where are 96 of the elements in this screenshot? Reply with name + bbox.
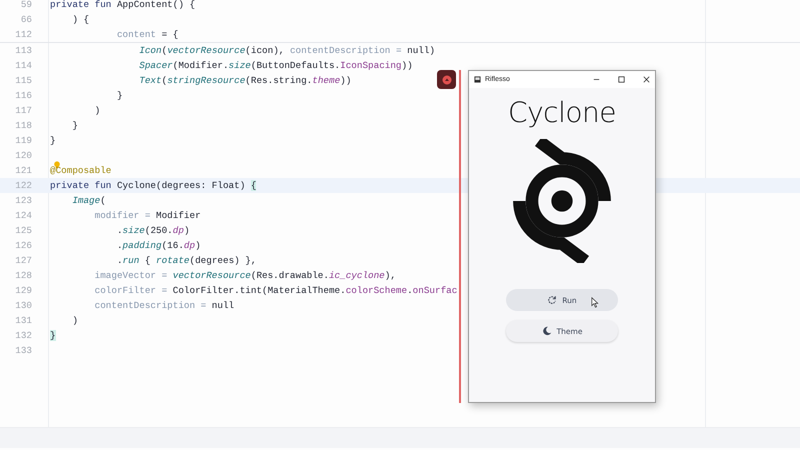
line-number: 122 [14,179,32,193]
code-token: onSurfac [412,285,458,296]
line-number: 121 [14,164,32,178]
line-number: 115 [14,74,32,88]
code-token: ( [162,45,168,56]
code-token: (Res.drawable. [250,270,329,281]
code-token: ( [100,195,106,206]
code-token: AppContent() { [116,0,196,10]
code-token: modifier = [94,210,152,221]
line-number: 117 [14,104,32,118]
refresh-icon [547,295,558,305]
code-token: } [116,90,123,101]
line-number: 116 [14,89,32,103]
code-token: colorScheme [346,285,408,296]
code-token: . [407,285,413,296]
code-token: ) [195,240,201,251]
code-token: Icon [138,45,162,56]
line-number: 129 [14,284,32,298]
code-token: theme [312,75,340,86]
code-token: size [122,225,145,236]
code-token: )) [340,75,352,86]
line-number: 112 [14,28,32,42]
code-token: ), [384,270,396,281]
code-token: contentDescription = [290,45,403,56]
code-token: (250. [144,225,173,236]
code-token: . [116,255,123,266]
code-token: { [144,255,152,266]
line-number: 120 [14,149,32,163]
code-token: . [116,225,123,236]
code-token: dp [184,240,196,251]
window-icon [474,76,481,83]
mouse-cursor-icon [591,297,599,308]
code-token: imageVector = [94,270,168,281]
code-token: ) [71,315,78,326]
code-token: ColorFilter.tint(MaterialTheme. [172,285,346,296]
code-token: (ButtonDefaults. [250,60,340,71]
maximize-icon[interactable] [617,75,626,84]
code-token: )) [402,60,413,71]
code-token: Modifier [156,210,201,221]
code-token: (Res.string. [245,75,312,86]
code-token: ) [94,105,100,116]
code-token: } [50,135,56,146]
code-token: ( [162,75,168,86]
app-icon[interactable] [437,70,456,89]
close-icon[interactable] [642,75,651,84]
line-number: 113 [14,44,32,58]
line-number: 133 [14,344,32,358]
line-number: 127 [14,254,32,268]
line-number: 132 [14,329,32,343]
code-token: ic_cyclone [328,270,385,281]
code-token: (16. [162,240,184,251]
code-token: vectorResource [172,270,251,281]
line-number: 124 [14,209,32,223]
code-token: ) { [71,14,90,25]
line-number: 119 [14,134,32,148]
code-token: padding [122,240,162,251]
code-token: (degrees) }, [190,255,256,266]
code-token: = { [160,29,178,40]
code-token: rotate [156,255,190,266]
line-number: 59 [20,0,32,12]
code-token: dp [172,225,184,236]
code-token: Cyclone(degrees: Float) [116,180,246,191]
code-token: } [71,120,78,131]
line-number: 118 [14,119,32,133]
line-number: 125 [14,224,32,238]
code-token: @Composable [50,165,112,176]
code-token: Spacer [138,60,173,71]
code-token: stringResource [167,75,246,86]
code-token: private fun [50,0,112,10]
line-number: 66 [20,13,32,27]
line-number: 126 [14,239,32,253]
code-token: Text [138,75,162,86]
line-number: 123 [14,194,32,208]
code-token: null) [407,45,436,56]
code-token: (icon), [245,45,286,56]
code-token: contentDescription = [94,300,208,311]
moon-icon [542,326,552,336]
line-number: 131 [14,314,32,328]
code-token: run [122,255,140,266]
code-token: { [250,180,256,191]
code-token: size [228,60,251,71]
line-number: 114 [14,59,32,73]
code-token: . [116,240,123,251]
code-token: private fun [50,180,112,191]
code-token: (Modifier. [172,60,229,71]
code-token: ) [184,225,190,236]
line-number: 128 [14,269,32,283]
code-token: Image [71,195,100,206]
app-heading: Cyclone [508,96,616,129]
code-token: colorFilter = [94,285,168,296]
code-token: } [50,330,56,341]
code-token: content [116,29,156,40]
code-token: IconSpacing [340,60,402,71]
code-token: null [212,300,234,311]
code-token: vectorResource [167,45,246,56]
line-number: 130 [14,299,32,313]
